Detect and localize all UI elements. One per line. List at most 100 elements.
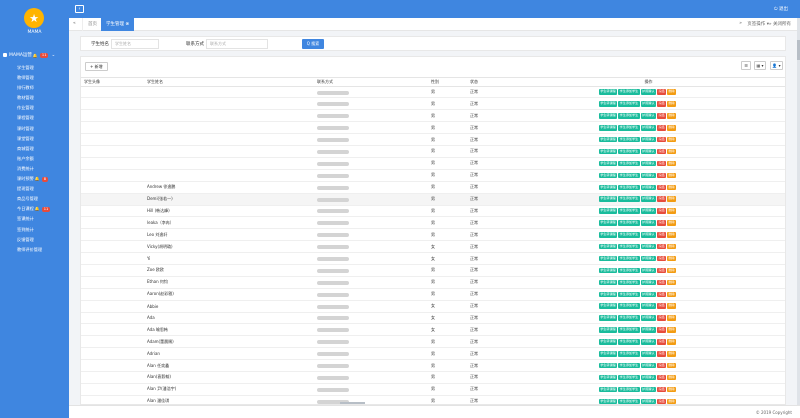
row-action-button[interactable]: 学生转课程 — [599, 362, 618, 369]
sidebar-item[interactable]: 签到统计 — [0, 225, 69, 235]
row-action-button[interactable]: 冻结 — [657, 113, 666, 119]
export-dropdown-icon[interactable]: 👤 ▾ — [770, 61, 783, 70]
row-action-button[interactable]: 学生转课程 — [599, 386, 618, 393]
row-action-button[interactable]: 护照确认 — [640, 339, 656, 345]
sidebar-item[interactable]: 课堂管理 — [0, 134, 69, 144]
row-action-button[interactable]: 护照确认 — [640, 136, 656, 143]
row-action-button[interactable]: 学生添加学生 — [618, 89, 640, 95]
row-action-button[interactable]: 学生转课程 — [599, 267, 618, 274]
row-action-button[interactable]: 护照确认 — [640, 232, 656, 238]
row-action-button[interactable]: 护照确认 — [640, 303, 656, 309]
row-action-button[interactable]: 护照确认 — [640, 291, 656, 298]
row-action-button[interactable]: 护照确认 — [640, 148, 656, 155]
row-action-button[interactable]: 护照确认 — [640, 101, 656, 107]
table-row[interactable]: Alan(袁毅翰) 男正常 学生转课程 学生添加学生 护照确认 冻结 删除 — [81, 371, 785, 384]
row-action-button[interactable]: 删除 — [667, 101, 676, 107]
row-action-button[interactable]: 冻结 — [657, 351, 666, 357]
row-action-button[interactable]: 删除 — [667, 89, 676, 95]
table-row[interactable]: leaka（李冉）男正常 学生转课程 学生添加学生 护照确认 冻结 删除 — [81, 216, 785, 230]
table-row[interactable]: Vicky(胡明璐) 女正常 学生转课程 学生添加学生 护照确认 冻结 删除 — [81, 240, 785, 254]
table-row[interactable]: 男正常 学生转课程 学生添加学生 护照确认 冻结 删除 — [81, 169, 785, 182]
row-action-button[interactable]: 冻结 — [657, 362, 666, 369]
row-action-button[interactable]: 冻结 — [657, 303, 666, 309]
menu-toggle-button[interactable]: ‹ — [75, 5, 84, 13]
row-action-button[interactable]: 删除 — [667, 196, 676, 202]
row-action-button[interactable]: 删除 — [667, 303, 676, 309]
row-action-button[interactable]: 冻结 — [657, 136, 666, 143]
row-action-button[interactable]: 学生添加学生 — [618, 208, 640, 214]
row-action-button[interactable]: 删除 — [667, 315, 676, 321]
row-action-button[interactable]: 学生转课程 — [599, 184, 618, 191]
row-action-button[interactable]: 护照确认 — [640, 279, 656, 286]
row-action-button[interactable]: 护照确认 — [640, 315, 656, 321]
row-action-button[interactable]: 学生添加学生 — [618, 148, 640, 155]
row-action-button[interactable]: 学生添加学生 — [618, 136, 640, 143]
sidebar-item[interactable]: 商品号管理 — [0, 194, 69, 204]
table-row[interactable]: Alan 尹(潘浩宇) 男正常 学生转课程 学生添加学生 护照确认 冻结 删除 — [81, 383, 785, 396]
row-action-button[interactable]: 学生转课程 — [599, 243, 618, 250]
table-row[interactable]: Adrian 男正常 学生转课程 学生添加学生 护照确认 冻结 删除 — [81, 347, 785, 361]
row-action-button[interactable]: 删除 — [667, 113, 676, 119]
row-action-button[interactable]: 学生转课程 — [599, 351, 618, 357]
row-action-button[interactable]: 学生添加学生 — [618, 232, 640, 238]
row-action-button[interactable]: 学生添加学生 — [618, 327, 640, 333]
sidebar-item[interactable]: 教材管理 — [0, 93, 69, 103]
sidebar-item[interactable]: 教师评价管理 — [0, 245, 69, 255]
table-row[interactable]: Abbie 女正常 学生转课程 学生添加学生 护照确认 冻结 删除 — [81, 300, 785, 313]
row-action-button[interactable]: 学生转课程 — [599, 374, 618, 381]
table-row[interactable]: 男正常 学生转课程 学生添加学生 护照确认 冻结 删除 — [81, 145, 785, 158]
row-action-button[interactable]: 学生添加学生 — [618, 279, 640, 286]
row-action-button[interactable]: 学生添加学生 — [618, 267, 640, 274]
row-action-button[interactable]: 护照确认 — [640, 89, 656, 95]
row-action-button[interactable]: 删除 — [667, 243, 676, 250]
row-action-button[interactable]: 删除 — [667, 136, 676, 143]
row-action-button[interactable]: 学生转课程 — [599, 398, 618, 404]
row-action-button[interactable]: 学生添加学生 — [618, 315, 640, 321]
row-action-button[interactable]: 删除 — [667, 374, 676, 381]
row-action-button[interactable]: 学生添加学生 — [618, 374, 640, 381]
table-row[interactable]: 男正常 学生转课程 学生添加学生 护照确认 冻结 删除 — [81, 133, 785, 147]
search-button[interactable]: Q 搜索 — [302, 39, 324, 49]
row-action-button[interactable]: 学生添加学生 — [618, 351, 640, 357]
sidebar-item[interactable]: 今日课程 🔔 11 — [0, 204, 69, 214]
row-action-button[interactable]: 学生添加学生 — [618, 196, 640, 202]
row-action-button[interactable]: 学生转课程 — [599, 89, 618, 95]
sidebar-item[interactable]: 课时预警 🔔 8 — [0, 174, 69, 184]
row-action-button[interactable]: 学生转课程 — [599, 220, 618, 226]
sidebar-item[interactable]: 消费统计 — [0, 164, 69, 174]
table-row[interactable]: Aaron(赵彩雅) 男正常 学生转课程 学生添加学生 护照确认 冻结 删除 — [81, 288, 785, 301]
table-row[interactable]: 男正常 学生转课程 学生添加学生 护照确认 冻结 删除 — [81, 86, 785, 99]
table-row[interactable]: Alan 任奕鑫男正常 学生转课程 学生添加学生 护照确认 冻结 删除 — [81, 359, 785, 372]
table-row[interactable]: 男正常 学生转课程 学生添加学生 护照确认 冻结 删除 — [81, 157, 785, 170]
table-row[interactable]: Demi(张若一) 男正常 学生转课程 学生添加学生 护照确认 冻结 删除 — [81, 193, 785, 206]
row-action-button[interactable]: 冻结 — [657, 172, 666, 179]
row-action-button[interactable]: 学生添加学生 — [618, 303, 640, 309]
row-action-button[interactable]: 学生添加学生 — [618, 184, 640, 191]
row-action-button[interactable]: 删除 — [667, 220, 676, 226]
row-action-button[interactable]: 冻结 — [657, 279, 666, 286]
row-action-button[interactable]: 护照确认 — [640, 196, 656, 202]
tab-operations-dropdown[interactable]: 页签操作 ▾ — [747, 18, 769, 31]
row-action-button[interactable]: 学生添加学生 — [618, 362, 640, 369]
row-action-button[interactable]: 学生添加学生 — [618, 125, 640, 131]
row-action-button[interactable]: 删除 — [667, 208, 676, 214]
row-action-button[interactable]: 学生转课程 — [599, 113, 618, 119]
row-action-button[interactable]: 冻结 — [657, 208, 666, 214]
row-action-button[interactable]: 护照确认 — [640, 184, 656, 191]
row-action-button[interactable]: 学生添加学生 — [618, 101, 640, 107]
row-action-button[interactable]: 学生转课程 — [599, 291, 618, 298]
row-action-button[interactable]: 删除 — [667, 291, 676, 298]
row-action-button[interactable]: 学生添加学生 — [618, 398, 640, 404]
sidebar-item[interactable]: 账户余额 — [0, 154, 69, 164]
row-action-button[interactable]: 学生转课程 — [599, 101, 618, 107]
table-row[interactable]: Andrew 徐逸鹏男正常 学生转课程 学生添加学生 护照确认 冻结 删除 — [81, 181, 785, 194]
row-action-button[interactable]: 学生转课程 — [599, 196, 618, 202]
list-view-icon[interactable]: ☰ — [741, 61, 751, 70]
row-action-button[interactable]: 冻结 — [657, 374, 666, 381]
row-action-button[interactable]: 学生添加学生 — [618, 243, 640, 250]
row-action-button[interactable]: 学生转课程 — [599, 125, 618, 131]
row-action-button[interactable]: 冻结 — [657, 89, 666, 95]
row-action-button[interactable]: 学生转课程 — [599, 148, 618, 155]
row-action-button[interactable]: 删除 — [667, 267, 676, 274]
row-action-button[interactable]: 学生转课程 — [599, 136, 618, 143]
